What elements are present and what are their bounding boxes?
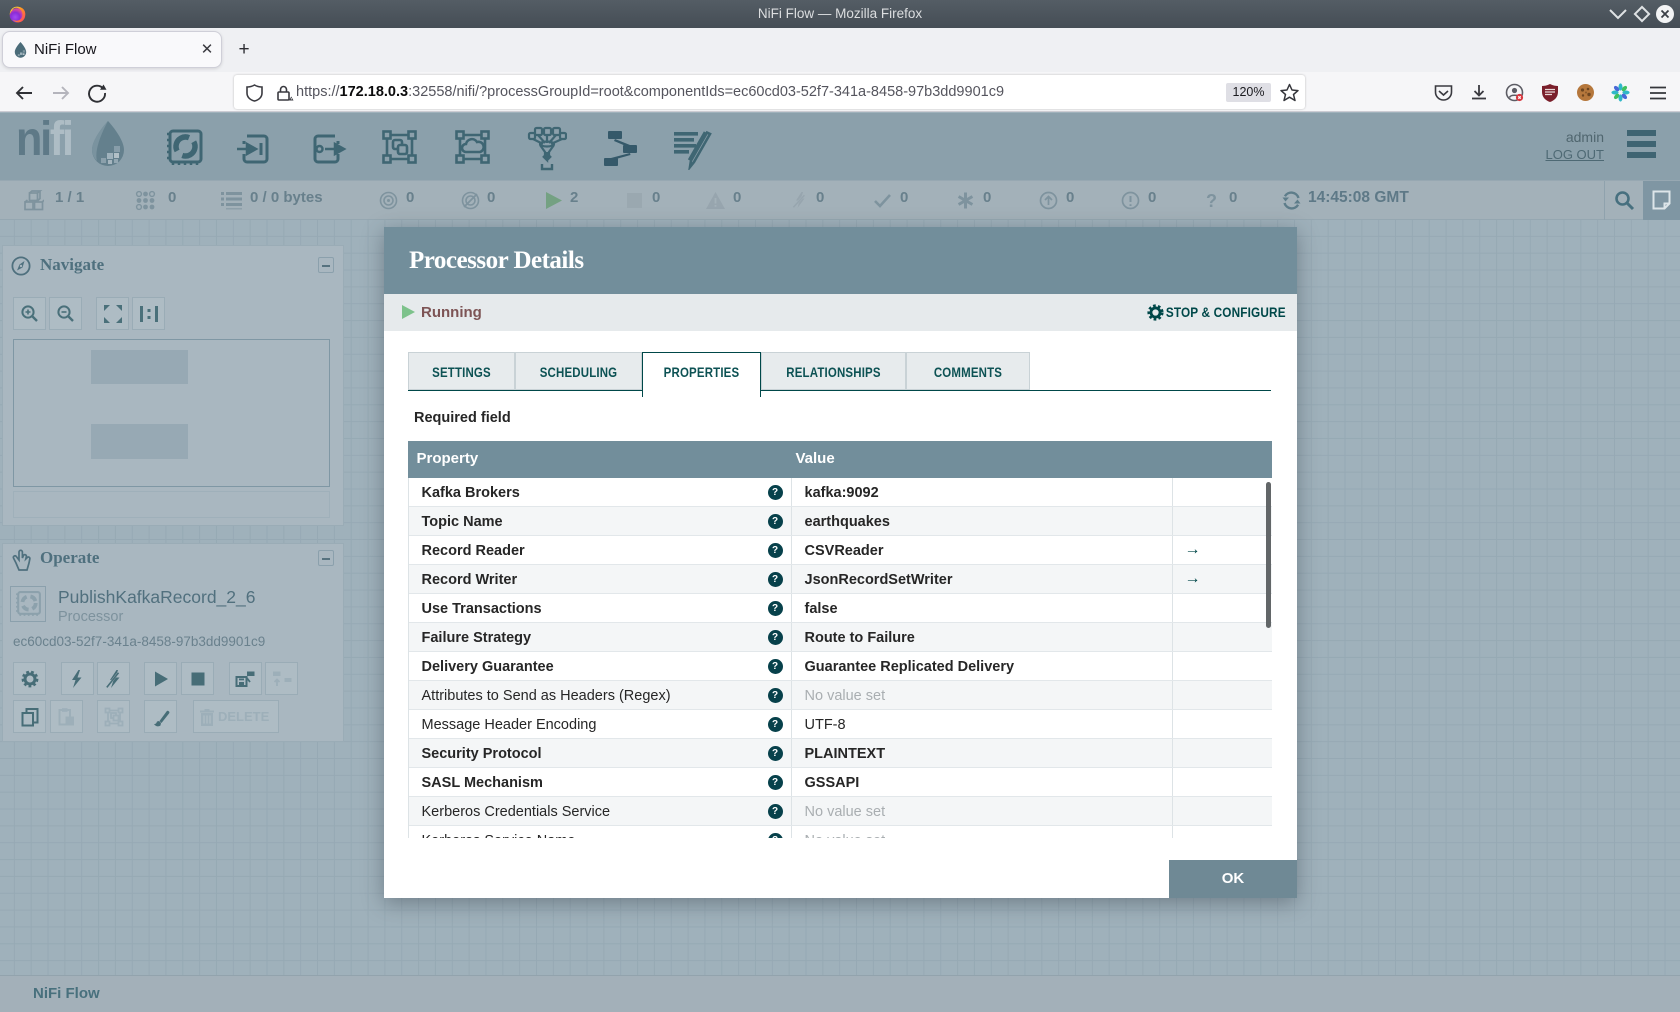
- svg-text:?: ?: [1206, 191, 1217, 211]
